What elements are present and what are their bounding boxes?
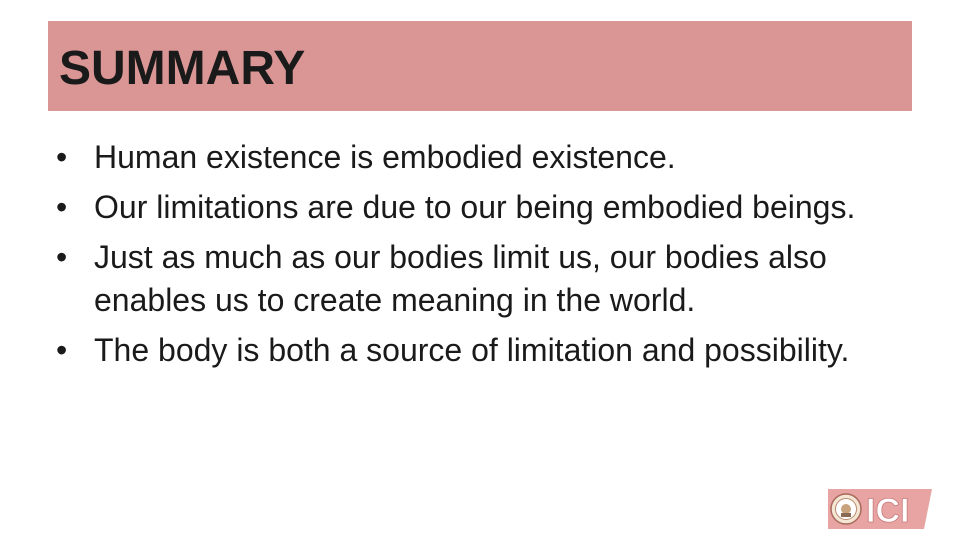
bullet-text: Our limitations are due to our being emb… <box>94 189 856 225</box>
bullet-dot-icon: • <box>56 189 68 225</box>
bullet-item: • The body is both a source of limitatio… <box>56 329 896 372</box>
bullet-text: Human existence is embodied existence. <box>94 139 676 175</box>
seal-emblem-icon <box>830 493 862 525</box>
title-banner: SUMMARY <box>48 21 912 111</box>
bullet-item: • Our limitations are due to our being e… <box>56 186 896 229</box>
bullet-dot-icon: • <box>56 139 68 175</box>
bullet-text: Just as much as our bodies limit us, our… <box>94 239 827 318</box>
bullet-dot-icon: • <box>56 332 68 368</box>
ici-logo: ICI <box>828 489 932 530</box>
bullet-text: The body is both a source of limitation … <box>94 332 850 368</box>
slide-title: SUMMARY <box>59 42 306 95</box>
bullet-dot-icon: • <box>56 239 68 275</box>
logo-wordmark: ICI <box>866 492 909 529</box>
bullet-list: • Human existence is embodied existence.… <box>56 136 896 379</box>
bullet-item: • Just as much as our bodies limit us, o… <box>56 236 896 322</box>
bullet-item: • Human existence is embodied existence. <box>56 136 896 179</box>
ici-logo-graphic: ICI <box>828 489 932 530</box>
